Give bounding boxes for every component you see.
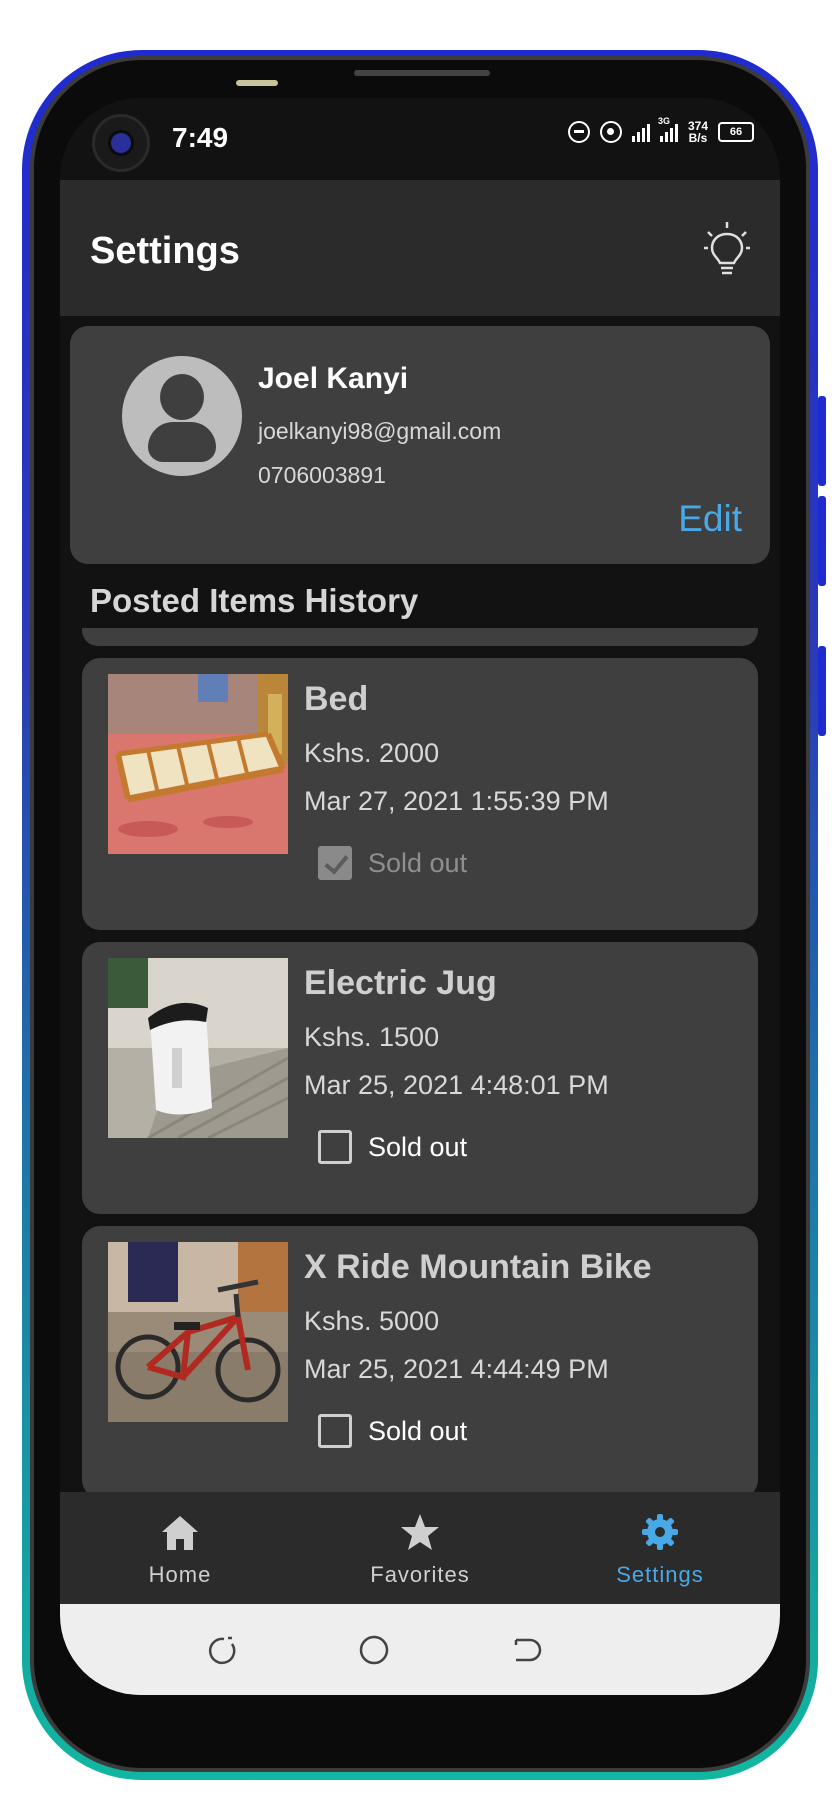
sold-out-checkbox-row[interactable]: Sold out [318,1414,467,1448]
gear-icon [642,1514,678,1550]
app-bar: Settings [60,180,780,316]
sold-out-label: Sold out [368,847,468,878]
signal-3g-icon: 3G [658,116,678,142]
item-photo-bed [108,674,288,854]
nav-settings-label: Settings [616,1562,704,1587]
network-speed: 374 B/s [688,120,708,144]
signal-icon [631,122,650,142]
page-title: Settings [90,230,240,272]
lightbulb-icon[interactable] [702,220,752,280]
sold-out-checkbox[interactable] [318,1130,352,1164]
nav-favorites-label: Favorites [370,1562,470,1587]
sold-out-checkbox[interactable] [318,846,352,880]
back-icon[interactable] [510,1634,542,1666]
person-icon [122,356,242,476]
nav-home[interactable]: Home [60,1492,300,1604]
system-navigation-bar [60,1604,780,1695]
profile-email: joelkanyi98@gmail.com [258,418,502,444]
sold-out-checkbox-row[interactable]: Sold out [318,846,467,880]
nav-favorites[interactable]: Favorites [300,1492,540,1604]
item-name: Electric Jug [304,964,497,1002]
item-price: Kshs. 5000 [304,1306,440,1336]
profile-name: Joel Kanyi [258,362,409,395]
section-title: Posted Items History [90,582,419,619]
recents-icon[interactable] [206,1634,238,1666]
status-bar: 7:49 3G 374 B/s 66 [60,98,780,180]
star-icon [401,1514,439,1550]
bottom-navigation: Home Favorites Settings [60,1492,780,1604]
item-name: X Ride Mountain Bike [304,1248,652,1286]
power-button [818,646,826,736]
item-date: Mar 25, 2021 4:48:01 PM [304,1070,609,1100]
item-price: Kshs. 1500 [304,1022,440,1052]
posted-items-list[interactable]: Bed Kshs. 2000 Mar 27, 2021 1:55:39 PM S… [60,628,780,1492]
earpiece [354,70,490,76]
volume-up-button [818,396,826,486]
item-name: Bed [304,680,369,718]
status-icons: 3G 374 B/s 66 [567,116,754,144]
do-not-disturb-icon [567,121,590,143]
list-item[interactable]: X Ride Mountain Bike Kshs. 5000 Mar 25, … [82,1226,758,1492]
item-date: Mar 27, 2021 1:55:39 PM [304,786,609,816]
item-photo-electric-jug [108,958,288,1138]
list-item[interactable]: Electric Jug Kshs. 1500 Mar 25, 2021 4:4… [82,942,758,1214]
list-item-partial [82,628,758,646]
sold-out-label: Sold out [368,1415,468,1446]
nav-home-label: Home [148,1562,212,1587]
home-circle-icon[interactable] [358,1634,390,1666]
front-camera [92,114,150,172]
sold-out-checkbox-row[interactable]: Sold out [318,1130,467,1164]
battery-icon: 66 [718,122,754,142]
status-time: 7:49 [172,122,229,153]
item-photo-mountain-bike [108,1242,288,1422]
item-price: Kshs. 2000 [304,738,440,768]
screen: 7:49 3G 374 B/s 66 Settings Joel Kanyi j… [60,98,780,1695]
profile-card: Joel Kanyi joelkanyi98@gmail.com 0706003… [70,326,770,564]
item-date: Mar 25, 2021 4:44:49 PM [304,1354,609,1384]
edit-profile-button[interactable]: Edit [678,498,742,540]
profile-phone: 0706003891 [258,462,386,488]
sold-out-checkbox[interactable] [318,1414,352,1448]
hotspot-icon [599,121,622,143]
battery-level: 66 [729,126,743,138]
proximity-sensor [236,80,278,86]
nav-settings[interactable]: Settings [540,1492,780,1604]
home-icon [162,1516,198,1550]
list-item[interactable]: Bed Kshs. 2000 Mar 27, 2021 1:55:39 PM S… [82,658,758,930]
network-type-label: 3G [657,116,670,126]
sold-out-label: Sold out [368,1131,468,1162]
volume-down-button [818,496,826,586]
network-speed-unit: B/s [688,131,708,145]
